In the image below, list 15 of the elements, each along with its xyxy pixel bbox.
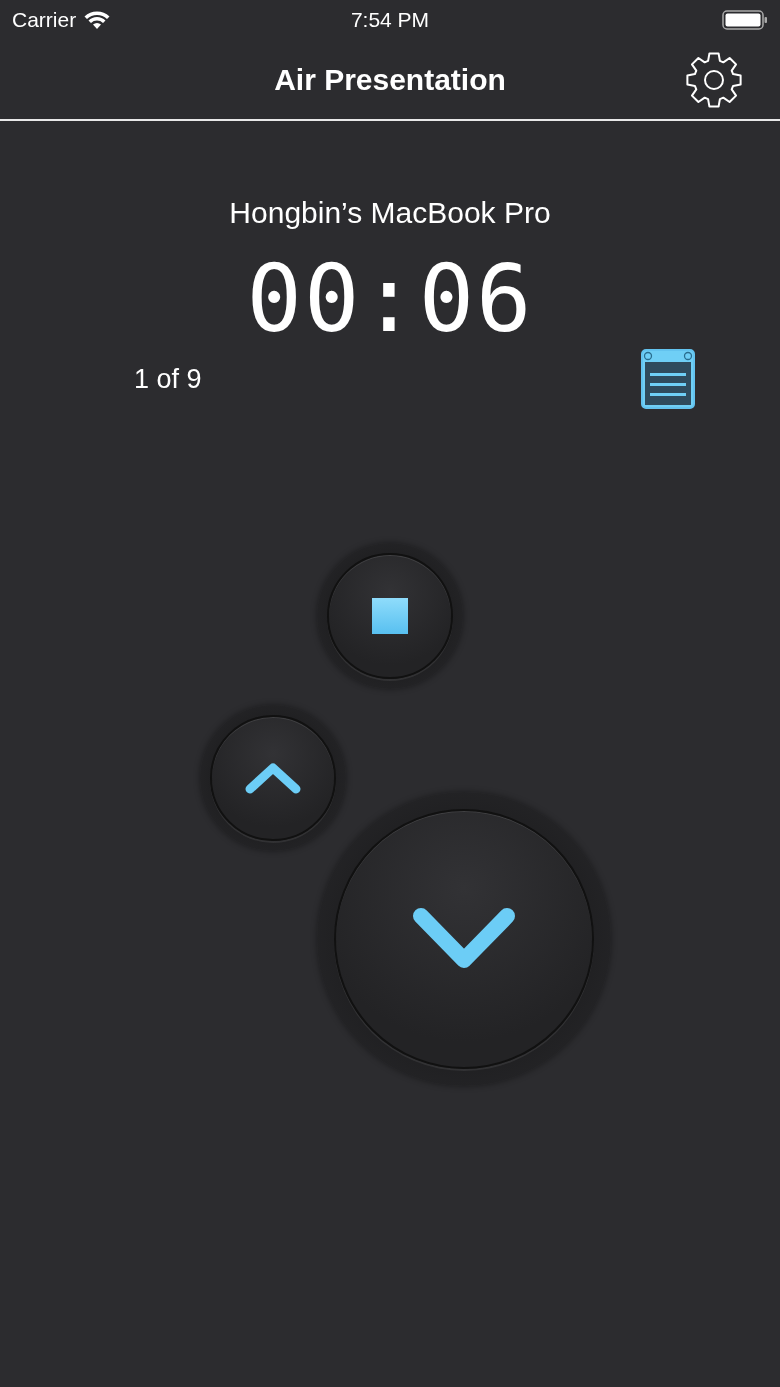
stop-icon [372,598,408,634]
chevron-down-icon [412,907,516,971]
settings-icon [685,51,743,109]
notes-icon [640,348,696,410]
battery-icon [722,10,768,30]
settings-button[interactable] [684,50,744,110]
chevron-up-icon [245,762,301,794]
notes-button[interactable] [640,348,696,410]
elapsed-timer: 00:06 [246,246,534,353]
status-time: 7:54 PM [350,8,430,31]
device-name: Hongbin’s MacBook Pro [229,196,551,229]
screen-title: Air Presentation [274,62,506,97]
wifi-icon [84,10,111,30]
carrier-name: Carrier [12,8,77,32]
slide-counter: 1 of 9 [134,363,202,395]
